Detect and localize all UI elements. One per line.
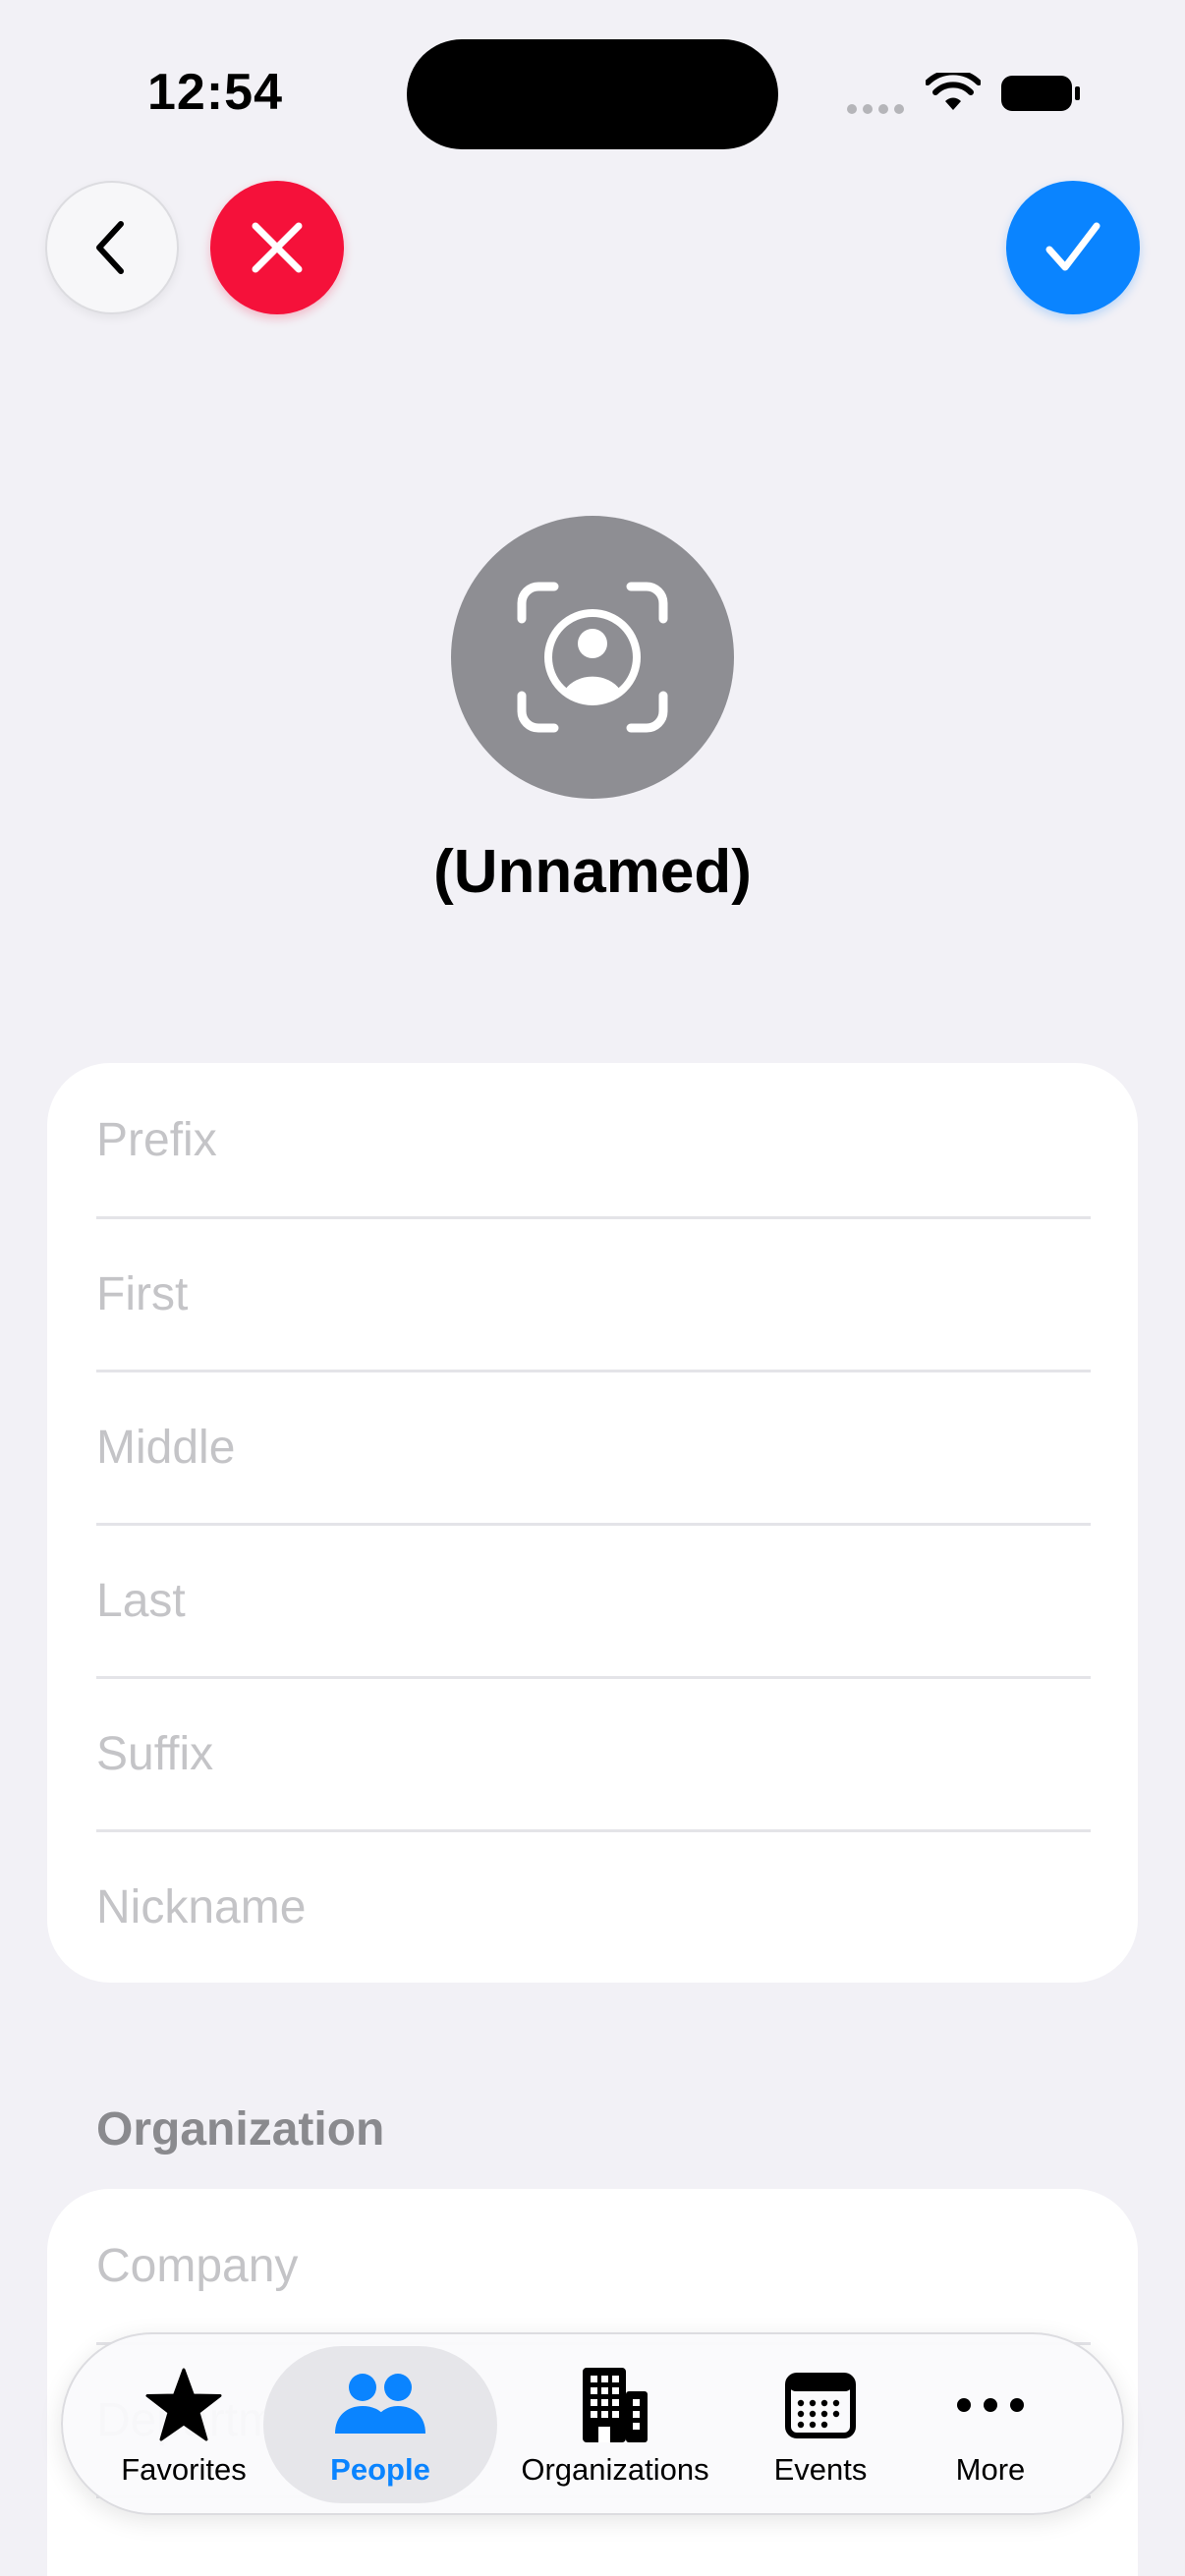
building-icon <box>583 2368 648 2442</box>
tab-events[interactable]: Events <box>737 2334 904 2517</box>
ellipsis-icon <box>957 2398 1024 2412</box>
tab-label-more: More <box>955 2452 1026 2487</box>
status-time: 12:54 <box>147 64 283 121</box>
tab-organizations[interactable]: Organizations <box>497 2334 733 2517</box>
calendar-icon <box>785 2373 856 2438</box>
wifi-icon <box>926 73 981 110</box>
last-name-input[interactable] <box>96 1574 1091 1628</box>
tab-label-events: Events <box>773 2452 868 2487</box>
company-input[interactable] <box>96 2238 1091 2293</box>
nickname-field[interactable] <box>96 1829 1091 1983</box>
middle-name-field[interactable] <box>96 1370 1091 1523</box>
tab-bar: Favorites People Organizations Events Mo… <box>61 2332 1124 2515</box>
prefix-field[interactable] <box>96 1063 1091 1216</box>
tab-label-organizations: Organizations <box>521 2452 709 2487</box>
middle-name-input[interactable] <box>96 1421 1091 1475</box>
suffix-field[interactable] <box>96 1676 1091 1829</box>
tab-label-people: People <box>330 2452 430 2487</box>
battery-icon <box>1001 76 1080 111</box>
first-name-field[interactable] <box>96 1216 1091 1370</box>
done-button[interactable] <box>1006 181 1140 314</box>
tab-label-favorites: Favorites <box>121 2452 247 2487</box>
xmark-icon <box>252 222 303 273</box>
star-icon <box>145 2368 222 2441</box>
prefix-input[interactable] <box>96 1112 1091 1167</box>
company-field[interactable] <box>96 2189 1091 2342</box>
back-button[interactable] <box>45 181 179 314</box>
cancel-button[interactable] <box>210 181 344 314</box>
cellular-signal-icon <box>847 104 906 114</box>
organization-section-header: Organization <box>96 2103 385 2156</box>
contact-name: (Unnamed) <box>433 838 752 906</box>
tab-people[interactable]: People <box>263 2334 497 2517</box>
nickname-input[interactable] <box>96 1880 1091 1934</box>
contact-photo-button[interactable] <box>451 516 734 799</box>
last-name-field[interactable] <box>96 1523 1091 1676</box>
first-name-input[interactable] <box>96 1267 1091 1321</box>
chevron-left-icon <box>96 221 124 274</box>
name-fields-card <box>47 1063 1138 1983</box>
dynamic-island <box>407 39 778 149</box>
tab-favorites[interactable]: Favorites <box>110 2334 257 2517</box>
people-icon <box>335 2374 425 2434</box>
face-id-person-icon <box>517 582 668 733</box>
checkmark-icon <box>1045 222 1100 271</box>
suffix-input[interactable] <box>96 1727 1091 1781</box>
tab-more[interactable]: More <box>922 2334 1059 2517</box>
